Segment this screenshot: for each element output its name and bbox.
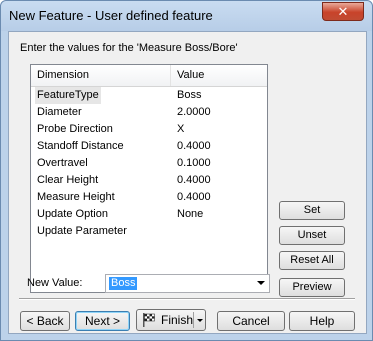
list-row-update-option[interactable]: Update Option None bbox=[31, 206, 267, 223]
dialog-body: Enter the values for the 'Measure Boss/B… bbox=[8, 31, 367, 334]
row-value: Boss bbox=[177, 89, 202, 101]
row-dimension: Diameter bbox=[37, 106, 82, 118]
finish-label: Finish bbox=[161, 313, 194, 327]
preview-button[interactable]: Preview bbox=[279, 278, 345, 297]
list-row-overtravel[interactable]: Overtravel 0.1000 bbox=[31, 155, 267, 172]
column-header-dimension[interactable]: Dimension bbox=[31, 65, 171, 86]
row-dimension: Clear Height bbox=[37, 174, 99, 186]
window-title: New Feature - User defined feature bbox=[9, 8, 213, 23]
row-dimension: Probe Direction bbox=[37, 123, 113, 135]
list-row-diameter[interactable]: Diameter 2.0000 bbox=[31, 104, 267, 121]
split-divider bbox=[193, 312, 194, 328]
list-row-measure-height[interactable]: Measure Height 0.4000 bbox=[31, 189, 267, 206]
row-value: X bbox=[177, 123, 185, 135]
column-header-value[interactable]: Value bbox=[171, 65, 267, 86]
dialog-window: New Feature - User defined feature ✕ Ent… bbox=[0, 0, 373, 341]
finish-split-button[interactable]: Finish bbox=[136, 309, 206, 331]
list-row-featuretype[interactable]: FeatureType Boss bbox=[31, 87, 267, 104]
close-button[interactable]: ✕ bbox=[322, 2, 364, 21]
new-value-label: New Value: bbox=[27, 277, 83, 289]
row-dimension: Measure Height bbox=[37, 191, 115, 203]
back-button[interactable]: < Back bbox=[20, 311, 70, 331]
close-icon: ✕ bbox=[337, 3, 349, 19]
row-value: 0.4000 bbox=[177, 140, 211, 152]
row-value: 2.0000 bbox=[177, 106, 211, 118]
row-dimension: FeatureType bbox=[35, 87, 101, 104]
row-value: 0.4000 bbox=[177, 174, 211, 186]
separator bbox=[19, 298, 355, 300]
row-value: 0.1000 bbox=[177, 157, 211, 169]
title-bar[interactable]: New Feature - User defined feature ✕ bbox=[1, 1, 372, 31]
row-dimension: Standoff Distance bbox=[37, 140, 124, 152]
list-row-standoff-distance[interactable]: Standoff Distance 0.4000 bbox=[31, 138, 267, 155]
new-value-text: Boss bbox=[109, 277, 138, 290]
next-button[interactable]: Next > bbox=[75, 311, 130, 331]
list-row-probe-direction[interactable]: Probe Direction X bbox=[31, 121, 267, 138]
list-row-clear-height[interactable]: Clear Height 0.4000 bbox=[31, 172, 267, 189]
instruction-text: Enter the values for the 'Measure Boss/B… bbox=[20, 42, 238, 54]
chevron-down-icon[interactable] bbox=[257, 281, 265, 285]
row-dimension: Update Option bbox=[37, 208, 108, 220]
dimension-list[interactable]: Dimension Value FeatureType Boss Diamete… bbox=[30, 64, 268, 293]
row-dimension: Overtravel bbox=[37, 157, 88, 169]
help-button[interactable]: Help bbox=[289, 311, 355, 331]
unset-button[interactable]: Unset bbox=[279, 226, 345, 245]
cancel-button[interactable]: Cancel bbox=[217, 311, 285, 331]
new-value-combobox[interactable]: Boss bbox=[105, 274, 270, 293]
list-row-update-parameter[interactable]: Update Parameter bbox=[31, 223, 267, 240]
reset-all-button[interactable]: Reset All bbox=[279, 251, 345, 270]
dropdown-arrow-icon[interactable] bbox=[197, 319, 203, 322]
row-value: 0.4000 bbox=[177, 191, 211, 203]
finish-flag-icon bbox=[143, 313, 155, 327]
list-header: Dimension Value bbox=[31, 65, 267, 87]
set-button[interactable]: Set bbox=[279, 201, 345, 220]
row-value: None bbox=[177, 208, 204, 220]
row-dimension: Update Parameter bbox=[37, 225, 127, 237]
